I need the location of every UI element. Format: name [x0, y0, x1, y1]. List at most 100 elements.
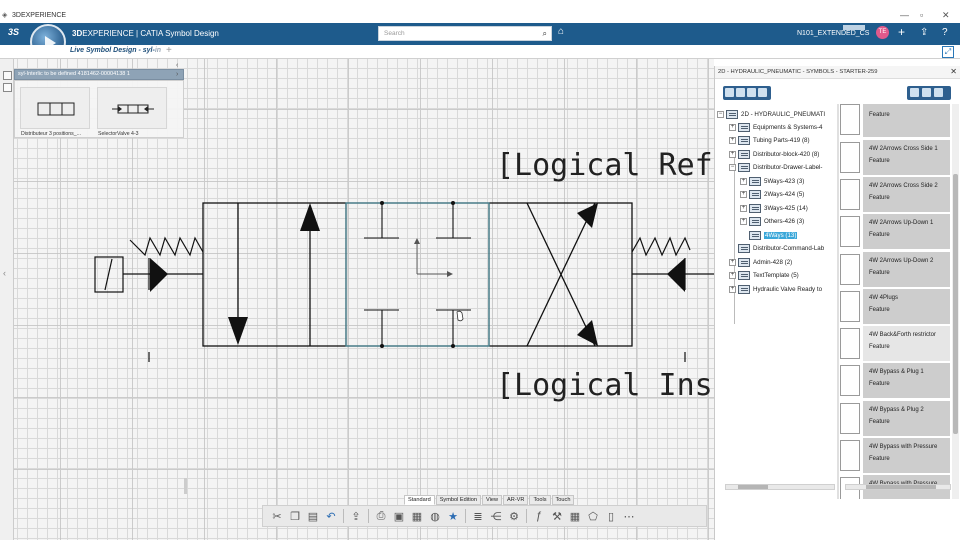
tree-item[interactable]: + Tubing Parts-419 (8) [729, 134, 810, 146]
feature-item[interactable]: 4W 2Arrows Cross Side 2 Feature [839, 177, 950, 212]
tree-item[interactable]: + TextTemplate (5) [729, 269, 799, 281]
feature-item[interactable]: 4W 4Plugs Feature [839, 289, 950, 324]
left-collapse-icon[interactable]: ‹ [3, 268, 6, 278]
feature-vertical-scrollbar[interactable] [952, 104, 959, 499]
share-tree-icon[interactable]: ⋲ [490, 510, 502, 523]
tab-tools[interactable]: Tools [529, 495, 551, 505]
ds-logo-icon: 3S [8, 27, 20, 37]
palette-scroll-down-icon[interactable]: › [176, 71, 178, 78]
tree-item[interactable]: − Distributor-Drawer-Label- [729, 161, 822, 173]
list-icon[interactable]: ≣ [472, 510, 484, 523]
user-name[interactable]: N101_EXTENDED_CS [797, 30, 869, 37]
close-panel-icon[interactable]: ✕ [950, 67, 957, 76]
app-brand: 3DEXPERIENCE | CATIA Symbol Design [72, 29, 219, 38]
grid-view-icon[interactable] [910, 88, 919, 97]
view-toolbar [907, 86, 951, 100]
export-icon[interactable]: ⇪ [350, 510, 362, 523]
properties-icon[interactable]: ▣ [393, 510, 405, 523]
paste-icon[interactable]: ▤ [307, 510, 319, 523]
tree-item[interactable]: + Distributor-block-420 (8) [729, 148, 819, 160]
panel-pin-icon[interactable] [3, 83, 12, 92]
feature-item[interactable]: 4W Back&Forth restrictor Feature [839, 326, 950, 361]
workbench-tabs: Standard Symbol Edition View AR-VR Tools… [404, 495, 575, 505]
logical-reference-label: [Logical Refere [496, 148, 714, 183]
tree-item[interactable]: +3Ways-425 (14) [740, 202, 808, 214]
feature-item[interactable]: 4W Bypass & Plug 2 Feature [839, 401, 950, 436]
shape-icon[interactable]: ⬠ [587, 510, 599, 523]
palette-item-distributeur[interactable] [20, 87, 90, 129]
globe-icon[interactable]: ◍ [429, 510, 441, 523]
tree-item[interactable]: +5Ways-423 (3) [740, 175, 804, 187]
table-icon[interactable]: ▦ [411, 510, 423, 523]
folder-icon[interactable] [725, 88, 734, 97]
palette-scroll-up-icon[interactable]: ‹ [176, 62, 178, 69]
maximize-icon[interactable]: ▫ [920, 10, 923, 20]
add-icon[interactable]: + [898, 25, 905, 39]
tree-item[interactable]: Distributor-Command-Lab [738, 242, 824, 254]
feature-list: Feature 4W 2Arrows Cross Side 1 Feature 4… [839, 104, 951, 499]
feature-item[interactable]: 4W 2Arrows Up-Down 1 Feature [839, 214, 950, 249]
left-actuator [94, 236, 204, 362]
print-icon[interactable]: ⎙ [375, 510, 387, 523]
left-tool-strip: ‹ [0, 59, 14, 540]
tree-item[interactable]: −2D - HYDRAULIC_PNEUMATI [717, 108, 825, 120]
catalog-panel: 2D - HYDRAULIC_PNEUMATIC - SYMBOLS - STA… [714, 66, 960, 540]
tab-standard[interactable]: Standard [404, 495, 435, 505]
formula-icon[interactable]: ƒ [533, 510, 545, 522]
tree-item-selected[interactable]: 4Ways (13) [749, 229, 798, 241]
battery-icon[interactable]: ▯ [605, 510, 617, 523]
avatar[interactable]: TE [876, 26, 889, 39]
cut-icon[interactable]: ✂ [271, 510, 283, 523]
document-tab-bar: Live Symbol Design - syl-in + ⤢ [0, 45, 960, 59]
feature-item[interactable]: Feature [839, 104, 950, 137]
list-view-icon[interactable] [934, 88, 943, 97]
palette-item-selectorvalve[interactable] [97, 87, 167, 129]
action-bar: ✂ ❐ ▤ ↶ ⇪ ⎙ ▣ ▦ ◍ ★ ≣ ⋲ ⚙ ƒ ⚒ ▦ ⬠ ▯ ⋯ [262, 505, 707, 527]
tree-item[interactable]: + Hydraulic Valve Ready to [729, 283, 822, 295]
close-icon[interactable]: ✕ [942, 10, 950, 21]
tag-icon[interactable]: ⌂ [558, 26, 564, 37]
panel-toggle-icon[interactable] [3, 71, 12, 80]
palette-item-label: Distributeur 3 positions_... [21, 131, 81, 137]
feature-item[interactable]: 4W 2Arrows Up-Down 2 Feature [839, 252, 950, 287]
grid-icon[interactable]: ▦ [569, 510, 581, 523]
tab-view[interactable]: View [482, 495, 503, 505]
tree-item[interactable]: + Admin-428 (2) [729, 256, 792, 268]
share-icon[interactable]: ⇪ [920, 27, 928, 38]
tree-item[interactable]: +2Ways-424 (5) [740, 188, 804, 200]
search-input[interactable]: Search ⌕ [378, 26, 552, 41]
tree-horizontal-scrollbar[interactable] [725, 484, 835, 490]
tile-view-icon[interactable] [922, 88, 931, 97]
tree-item[interactable]: + Others-426 (3) [740, 215, 804, 227]
help-icon[interactable]: ? [942, 27, 948, 38]
minimize-icon[interactable]: — [900, 10, 909, 20]
add-tab-icon[interactable]: + [166, 45, 172, 56]
expand-icon[interactable]: ⤢ [942, 46, 954, 58]
feature-item[interactable]: 4W Bypass with Pressure Feature [839, 438, 950, 473]
more-icon[interactable]: ⋯ [623, 510, 635, 523]
measure-icon[interactable]: ⚒ [551, 510, 563, 523]
copy-icon[interactable]: ❐ [289, 510, 301, 523]
top-app-bar: 3DEXPERIENCE | CATIA Symbol Design Searc… [0, 23, 960, 45]
undo-icon[interactable]: ↶ [325, 510, 337, 523]
tab-ar-vr[interactable]: AR-VR [503, 495, 529, 505]
feature-horizontal-scrollbar[interactable] [845, 484, 951, 490]
canvas-scroll-handle[interactable] [184, 478, 187, 494]
window-title-bar: ◈ 3DEXPERIENCE — ▫ ✕ [0, 9, 960, 23]
dropdown-icon[interactable] [736, 88, 745, 97]
tab-live-symbol-design[interactable]: Live Symbol Design - syl-in [70, 47, 161, 54]
filter-icon[interactable] [758, 88, 767, 97]
palette-item-label: SelectorValve 4-3 [98, 131, 139, 137]
search-icon[interactable]: ⌕ [543, 29, 547, 39]
tab-touch[interactable]: Touch [551, 495, 575, 505]
tab-symbol-edition[interactable]: Symbol Edition [435, 495, 482, 505]
feature-item[interactable]: 4W 2Arrows Cross Side 1 Feature [839, 140, 950, 175]
tree-item[interactable]: + Equipments & Systems-4 [729, 121, 822, 133]
center-cell [345, 202, 490, 347]
catalog-tree: −2D - HYDRAULIC_PNEUMATI + Equipments & S… [715, 104, 837, 484]
feature-item[interactable]: 4W Bypass & Plug 1 Feature [839, 363, 950, 398]
window-title: 3DEXPERIENCE [12, 12, 67, 19]
settings-icon[interactable]: ⚙ [508, 510, 520, 523]
search-icon[interactable] [747, 88, 756, 97]
star-icon[interactable]: ★ [447, 510, 459, 523]
